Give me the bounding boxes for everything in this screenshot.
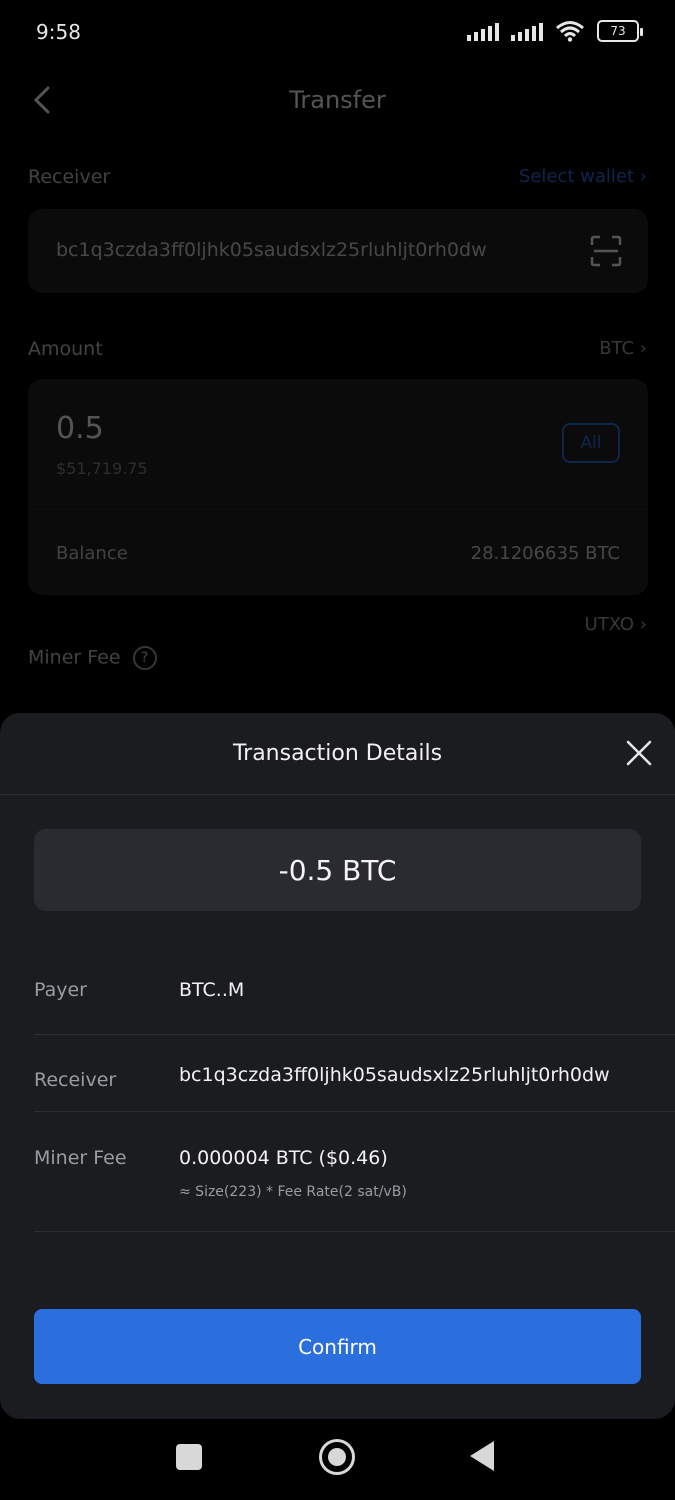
receiver-value: bc1q3czda3ff0ljhk05saudsxlz25rluhljt0rh0… — [179, 1064, 610, 1086]
amount-input[interactable]: 0.5 — [56, 411, 104, 446]
transfer-page: Transfer Receiver Select wallet › bc1q3c… — [0, 64, 675, 714]
select-wallet-label: Select wallet — [518, 166, 635, 187]
divider — [28, 509, 648, 510]
miner-fee-formula: ≈ Size(223) * Fee Rate(2 sat/vB) — [179, 1184, 407, 1200]
miner-fee-label: Miner Fee — [34, 1147, 127, 1169]
receiver-input[interactable]: bc1q3czda3ff0ljhk05saudsxlz25rluhljt0rh0… — [28, 209, 648, 293]
close-icon[interactable] — [625, 739, 653, 767]
transaction-amount: -0.5 BTC — [34, 829, 641, 911]
back-icon[interactable] — [470, 1441, 494, 1471]
chevron-right-icon: › — [639, 166, 647, 187]
payer-label: Payer — [34, 979, 87, 1001]
amount-label: Amount — [28, 338, 103, 360]
miner-fee-section: Miner Fee ? — [28, 646, 157, 670]
miner-fee-value: 0.000004 BTC ($0.46) — [179, 1147, 388, 1169]
receiver-address: bc1q3czda3ff0ljhk05saudsxlz25rluhljt0rh0… — [56, 239, 487, 261]
wifi-icon — [556, 21, 584, 42]
utxo-label: UTXO — [584, 614, 635, 635]
scan-icon[interactable] — [590, 235, 622, 267]
balance-label: Balance — [56, 543, 128, 564]
currency-selector[interactable]: BTC › — [599, 338, 647, 359]
help-icon[interactable]: ? — [132, 646, 157, 670]
battery-icon: 73 — [597, 20, 643, 42]
divider — [34, 1111, 675, 1112]
amount-card: 0.5 $51,719.75 All Balance 28.1206635 BT… — [28, 379, 648, 595]
signal-icon — [467, 21, 499, 41]
receiver-label: Receiver — [34, 1069, 117, 1091]
status-time: 9:58 — [36, 20, 81, 44]
payer-value: BTC..M — [179, 979, 245, 1001]
battery-level: 73 — [610, 24, 626, 38]
signal-icon — [511, 21, 543, 41]
home-icon[interactable] — [319, 1439, 355, 1475]
divider — [34, 1231, 675, 1232]
balance-value: 28.1206635 BTC — [470, 543, 620, 564]
select-wallet-link[interactable]: Select wallet › — [519, 166, 647, 187]
divider — [34, 1034, 675, 1035]
receiver-label: Receiver — [28, 166, 111, 188]
status-icons: 73 — [467, 20, 643, 42]
confirm-button[interactable]: Confirm — [34, 1309, 641, 1384]
chevron-right-icon: › — [639, 338, 647, 359]
sheet-title: Transaction Details — [232, 741, 443, 766]
status-bar: 9:58 73 — [0, 0, 675, 64]
divider — [0, 794, 675, 795]
navigation-bar — [0, 1419, 675, 1500]
transaction-details-sheet: Transaction Details -0.5 BTC Payer BTC..… — [0, 713, 675, 1419]
chevron-right-icon: › — [639, 614, 647, 635]
miner-fee-label: Miner Fee — [28, 646, 121, 669]
currency-label: BTC — [599, 338, 635, 359]
utxo-link[interactable]: UTXO › — [585, 614, 647, 635]
recents-icon[interactable] — [176, 1444, 202, 1470]
transaction-amount-value: -0.5 BTC — [278, 853, 397, 887]
page-title: Transfer — [289, 86, 386, 114]
all-button[interactable]: All — [562, 423, 620, 463]
amount-fiat: $51,719.75 — [56, 459, 148, 478]
